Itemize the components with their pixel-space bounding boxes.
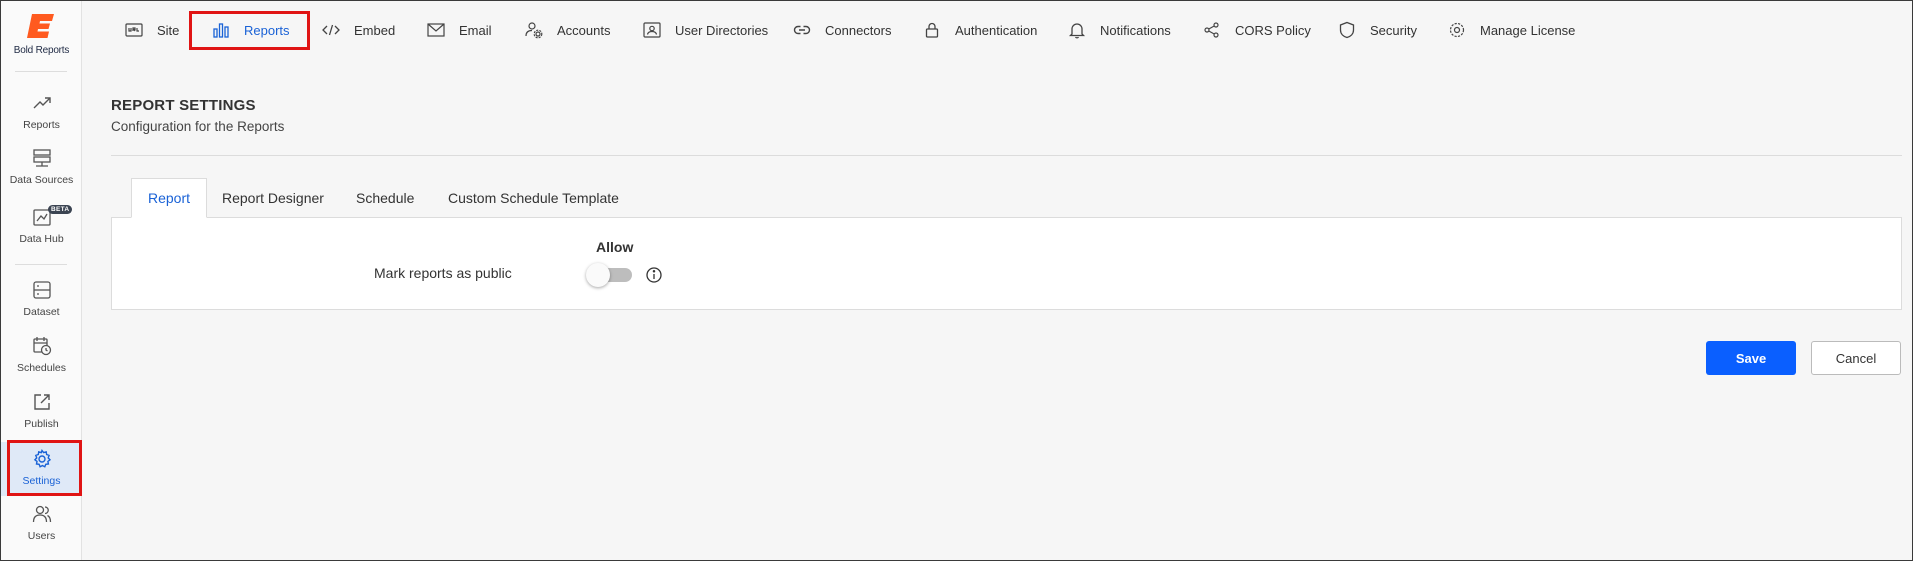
tab-user-directories[interactable]: User Directories [643,17,768,43]
sidebar-item-publish[interactable]: Publish [1,392,82,438]
trend-icon [33,97,51,109]
sidebar-divider [15,264,67,265]
settings-panel [111,217,1902,310]
tab-embed[interactable]: Embed [322,17,395,43]
toggle-knob [586,263,610,287]
mail-icon [427,23,445,37]
bold-reports-logo-icon [26,14,54,38]
users-icon [32,505,51,523]
tab-authentication[interactable]: Authentication [923,17,1037,43]
brand-divider [15,71,67,72]
tab-accounts[interactable]: Accounts [525,17,610,43]
shield-icon [1339,21,1355,39]
sidebar-item-dataset[interactable]: Dataset [1,280,82,326]
tab-label: Notifications [1100,22,1171,38]
bar-chart-icon [213,23,229,38]
sidebar-item-label: Data Hub [19,233,64,245]
info-icon[interactable] [645,266,663,284]
subtab-label: Schedule [356,190,415,206]
sidebar-item-data-sources[interactable]: Data Sources [1,148,82,194]
sidebar-item-data-hub[interactable]: BETA Data Hub [1,205,82,253]
tab-label: Accounts [557,22,611,38]
tab-label: User Directories [675,22,769,38]
beta-badge: BETA [48,205,73,214]
tab-manage-license[interactable]: Manage License [1448,17,1575,43]
allow-column-header: Allow [596,239,634,255]
lock-icon [925,22,939,38]
tab-reports[interactable]: Reports [212,17,290,43]
tab-site[interactable]: Site [125,17,179,43]
tab-label: Site [157,22,180,38]
bell-icon [1068,23,1086,39]
id-card-icon [643,22,661,38]
sidebar-item-settings[interactable]: Settings [1,442,82,496]
subtab-label: Report Designer [222,190,324,206]
tab-label: Security [1370,22,1417,38]
sidebar-item-schedules[interactable]: Schedules [1,336,82,382]
tab-connectors[interactable]: Connectors [793,17,891,43]
tab-notifications[interactable]: Notifications [1068,17,1171,43]
tab-label: Connectors [825,22,892,38]
page-title: REPORT SETTINGS [111,97,256,114]
tab-security[interactable]: Security [1338,17,1417,43]
link-icon [793,25,811,35]
url-icon [125,23,143,37]
cancel-button[interactable]: Cancel [1811,341,1901,375]
sidebar-item-reports[interactable]: Reports [1,93,82,139]
server-icon [32,149,51,167]
sidebar: Bold Reports Reports Data Sources BETA D… [1,1,82,560]
subtab-report-designer[interactable]: Report Designer [206,178,340,218]
sidebar-item-users[interactable]: Users [1,504,82,550]
mark-public-toggle[interactable] [586,263,632,287]
sidebar-item-label: Data Sources [9,174,74,186]
subtab-schedule[interactable]: Schedule [340,178,430,218]
page-subtitle: Configuration for the Reports [111,119,285,134]
sidebar-item-label: Reports [23,119,60,131]
publish-icon [33,394,50,410]
subtab-label: Report [148,190,191,206]
gear-icon [33,449,51,468]
tab-label: Embed [354,22,396,38]
subtab-custom-schedule-template[interactable]: Custom Schedule Template [432,178,635,218]
brand-name: Bold Reports [13,45,70,56]
tab-label: CORS Policy [1235,22,1311,38]
header-divider [111,155,1902,156]
tab-label: Authentication [955,22,1038,38]
sidebar-item-label: Dataset [23,306,60,318]
tab-label: Manage License [1480,22,1576,38]
subtab-label: Custom Schedule Template [448,190,619,206]
calendar-clock-icon [32,337,51,356]
sidebar-item-label: Publish [24,418,59,430]
code-icon [322,24,340,36]
account-gear-icon [525,22,543,39]
tab-cors-policy[interactable]: CORS Policy [1203,17,1311,43]
subtab-report[interactable]: Report [131,178,208,218]
tab-label: Reports [244,22,290,38]
sidebar-item-label: Settings [22,475,61,487]
tab-label: Email [459,22,492,38]
save-button[interactable]: Save [1706,341,1796,375]
sidebar-item-label: Schedules [16,362,67,374]
brand[interactable]: Bold Reports [1,11,82,56]
dataset-icon [32,281,51,299]
license-gear-icon [1449,22,1465,38]
sidebar-item-label: Users [27,530,56,542]
mark-public-label: Mark reports as public [374,265,512,281]
share-icon [1204,22,1219,38]
tab-email[interactable]: Email [427,17,492,43]
top-nav: Site Reports Embed Email Accounts User D… [82,0,1912,60]
